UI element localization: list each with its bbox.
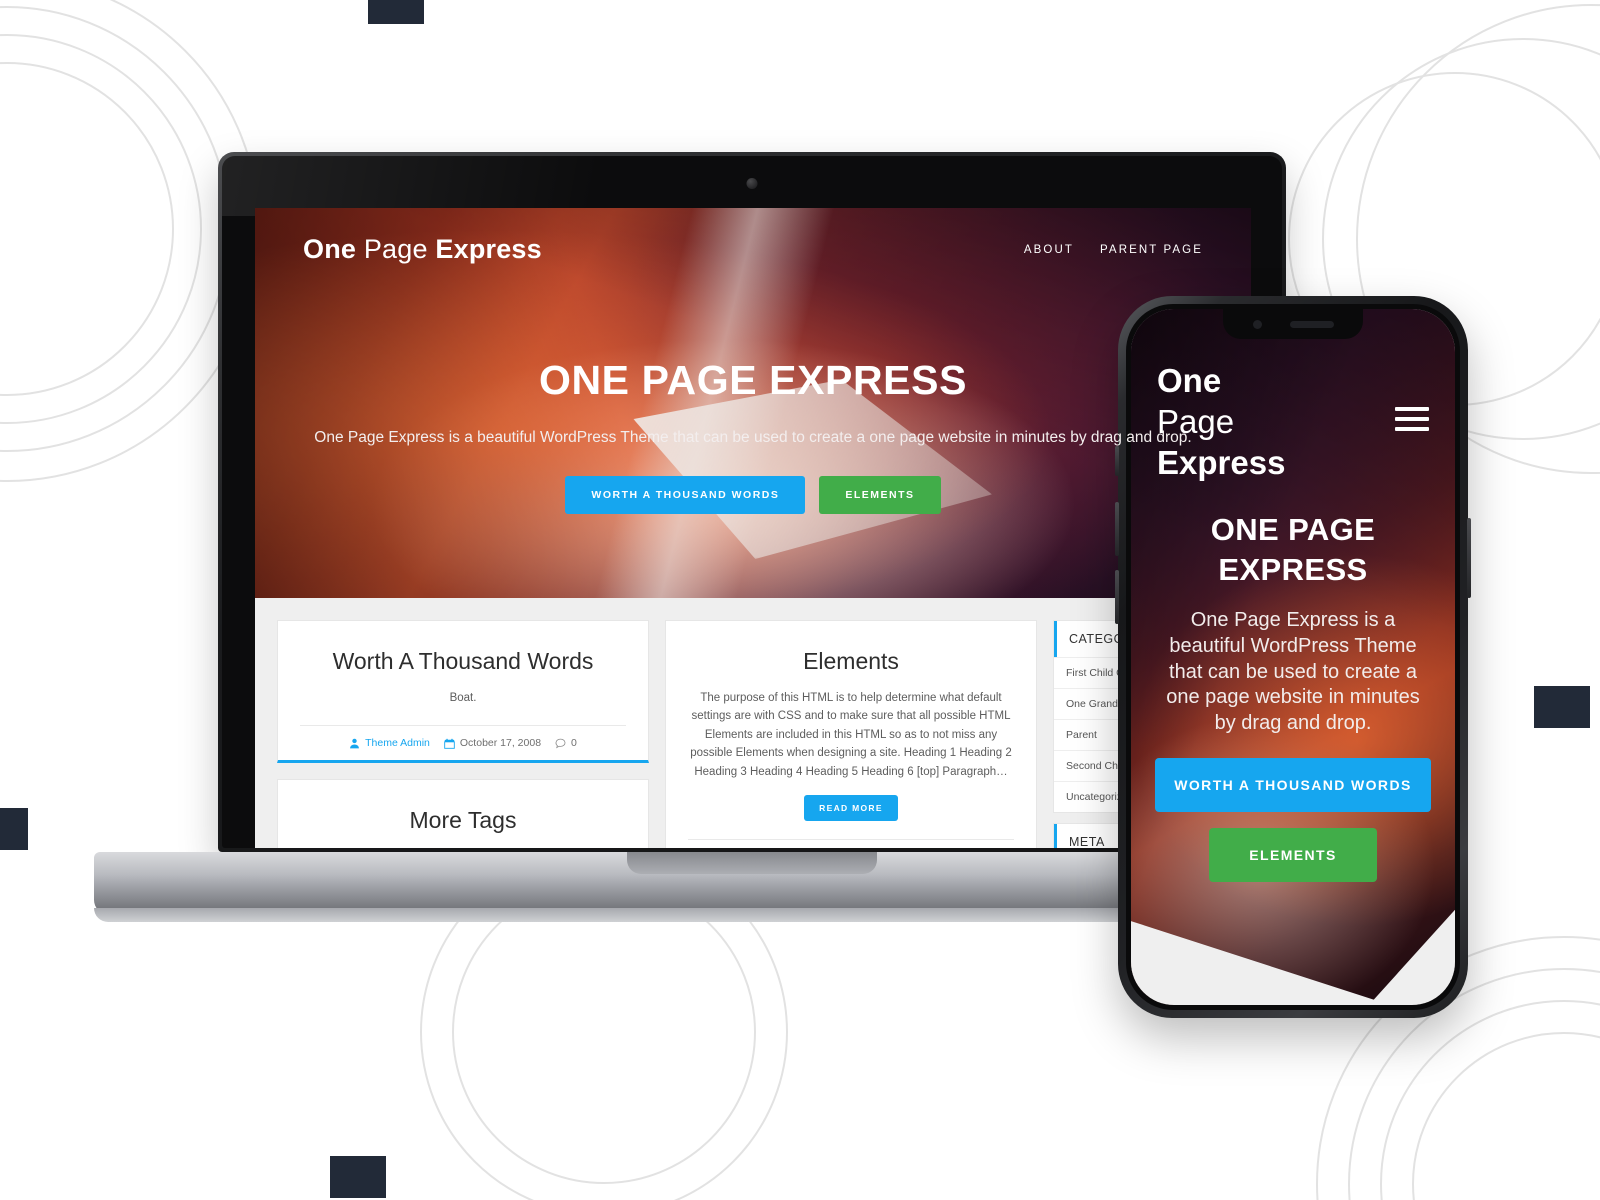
nav-item-about[interactable]: ABOUT bbox=[1024, 244, 1074, 256]
logo-part-express: Express bbox=[435, 234, 542, 264]
front-camera-icon bbox=[1252, 319, 1262, 329]
post-author[interactable]: Theme Admin bbox=[349, 737, 430, 749]
hero-secondary-button[interactable]: ELEMENTS bbox=[819, 476, 941, 515]
nav-item-parent-page[interactable]: PARENT PAGE bbox=[1100, 244, 1203, 256]
laptop-screen: One Page Express ABOUT PARENT PAGE ONE P… bbox=[255, 208, 1251, 848]
site-logo[interactable]: One Page Express bbox=[303, 234, 542, 265]
main-navigation: ABOUT PARENT PAGE bbox=[1024, 244, 1203, 256]
content-area: Worth A Thousand Words Boat. Theme Admin bbox=[255, 598, 1251, 848]
post-meta: Theme Admin September 5, 2008 bbox=[688, 839, 1014, 848]
posts-column: Worth A Thousand Words Boat. Theme Admin bbox=[277, 620, 1037, 848]
mobile-hero-content: ONE PAGE EXPRESS One Page Express is a b… bbox=[1131, 484, 1455, 737]
calendar-icon bbox=[444, 738, 455, 749]
post-card-more-tags[interactable]: More Tags More of these posts need tags. bbox=[277, 779, 649, 848]
hamburger-menu-icon[interactable] bbox=[1395, 407, 1429, 437]
post-excerpt: Boat. bbox=[449, 692, 477, 705]
logo-part-one: One bbox=[303, 234, 357, 264]
hero-title: ONE PAGE EXPRESS bbox=[538, 357, 968, 403]
hero-subtitle: One Page Express is a beautiful WordPres… bbox=[314, 429, 1192, 446]
phone-mockup: One Page Express ONE PAGE EXPRESS One Pa… bbox=[1115, 296, 1471, 1018]
mobile-primary-button[interactable]: WORTH A THOUSAND WORDS bbox=[1155, 758, 1431, 813]
decorative-square-right bbox=[1534, 686, 1590, 728]
decorative-ring-bottomright-2 bbox=[1380, 1000, 1600, 1200]
phone-bezel: One Page Express ONE PAGE EXPRESS One Pa… bbox=[1126, 304, 1460, 1010]
decorative-ring-left-3 bbox=[0, 6, 230, 452]
logo-part-express: Express bbox=[1157, 443, 1286, 481]
decorative-ring-center-1 bbox=[452, 880, 756, 1184]
site-header: One Page Express ABOUT PARENT PAGE bbox=[255, 208, 1251, 265]
mobile-hero-shape-2 bbox=[1368, 902, 1455, 1005]
mobile-hero-buttons: WORTH A THOUSAND WORDS ELEMENTS bbox=[1131, 736, 1455, 883]
post-excerpt: The purpose of this HTML is to help dete… bbox=[690, 692, 1012, 778]
logo-part-page: Page bbox=[1157, 402, 1235, 440]
post-date-text: October 17, 2008 bbox=[459, 737, 542, 750]
post-comments[interactable]: 0 bbox=[555, 737, 577, 749]
mobile-hero-section: One Page Express ONE PAGE EXPRESS One Pa… bbox=[1131, 309, 1455, 1005]
post-comments-count: 0 bbox=[571, 737, 577, 750]
webcam-icon bbox=[746, 178, 758, 189]
desktop-hero-section: One Page Express ABOUT PARENT PAGE ONE P… bbox=[255, 208, 1251, 598]
decorative-ring-left-1 bbox=[0, 62, 174, 396]
hero-content: ONE PAGE EXPRESS One Page Express is a b… bbox=[255, 265, 1251, 515]
mobile-secondary-button[interactable]: ELEMENTS bbox=[1209, 828, 1377, 883]
decorative-ring-bottomright-1 bbox=[1412, 1032, 1600, 1200]
post-date: October 17, 2008 bbox=[444, 737, 541, 749]
phone-power-button[interactable] bbox=[1467, 518, 1471, 598]
decorative-square-left bbox=[0, 808, 28, 850]
decorative-square-top bbox=[368, 0, 424, 24]
laptop-screen-glare bbox=[222, 156, 742, 216]
post-card-elements[interactable]: Elements The purpose of this HTML is to … bbox=[665, 620, 1037, 848]
read-more-button[interactable]: READ MORE bbox=[804, 795, 898, 821]
logo-part-one: One bbox=[1157, 362, 1222, 399]
post-title: Elements bbox=[803, 648, 899, 674]
post-title: More Tags bbox=[409, 807, 517, 834]
hero-primary-button[interactable]: WORTH A THOUSAND WORDS bbox=[565, 476, 806, 515]
post-meta: Theme Admin October 17, 2008 0 bbox=[300, 725, 626, 760]
mobile-hero-title: ONE PAGE EXPRESS bbox=[1210, 511, 1376, 588]
post-card-worth-a-thousand-words[interactable]: Worth A Thousand Words Boat. Theme Admin bbox=[277, 620, 649, 764]
mobile-hero-subtitle: One Page Express is a beautiful WordPres… bbox=[1166, 609, 1420, 734]
mobile-site-logo[interactable]: One Page Express bbox=[1157, 361, 1285, 484]
phone-screen: One Page Express ONE PAGE EXPRESS One Pa… bbox=[1131, 309, 1455, 1005]
scene: One Page Express ABOUT PARENT PAGE ONE P… bbox=[0, 0, 1600, 1200]
hero-buttons: WORTH A THOUSAND WORDS ELEMENTS bbox=[255, 476, 1251, 515]
earpiece-speaker-icon bbox=[1289, 320, 1334, 328]
post-author-name: Theme Admin bbox=[365, 737, 430, 750]
user-icon bbox=[350, 738, 360, 749]
comment-icon bbox=[555, 738, 566, 749]
post-title: Worth A Thousand Words bbox=[332, 648, 594, 674]
decorative-square-bottom bbox=[330, 1156, 386, 1198]
logo-part-page: Page bbox=[363, 234, 428, 264]
phone-volume-down-button[interactable] bbox=[1115, 570, 1119, 624]
phone-notch bbox=[1223, 309, 1363, 339]
decorative-ring-left-2 bbox=[0, 34, 202, 424]
